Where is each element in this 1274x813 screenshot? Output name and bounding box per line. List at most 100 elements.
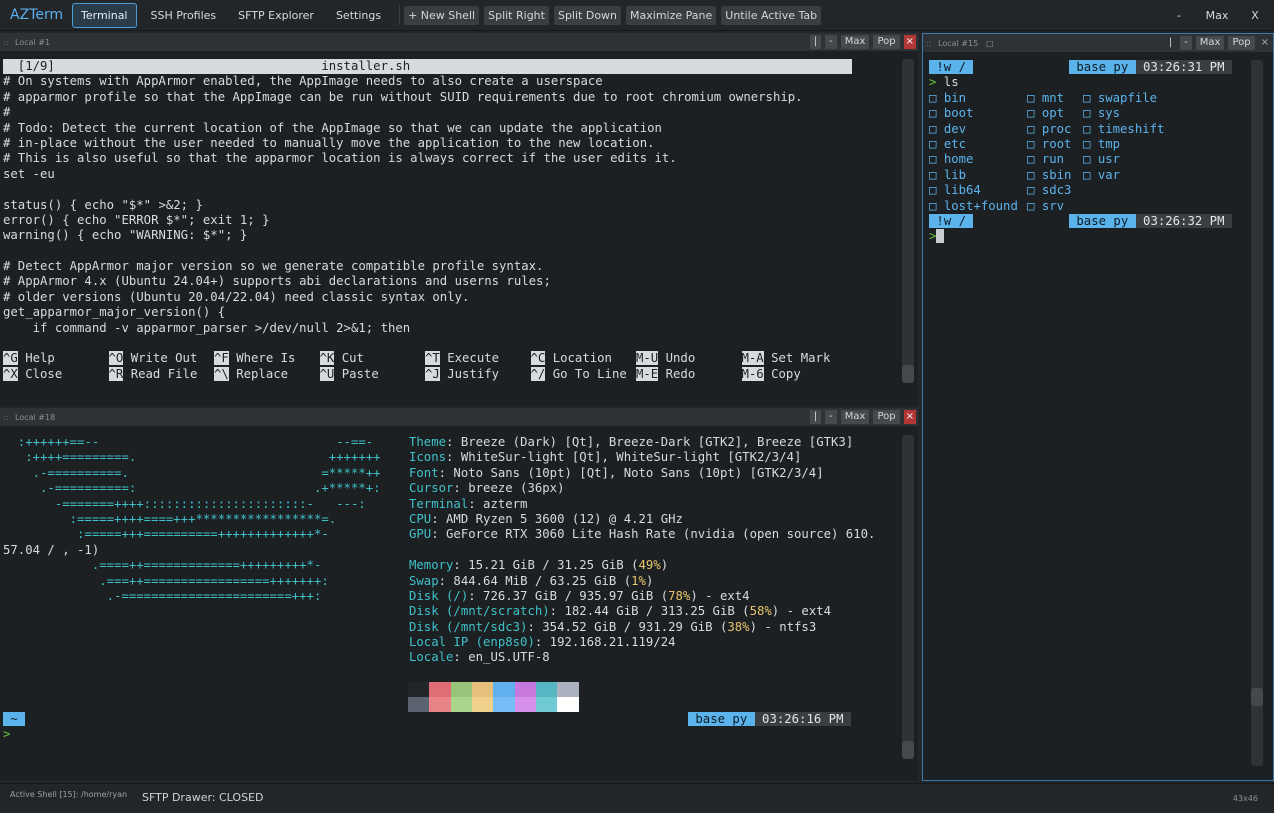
nano-editor[interactable]: [1/9] installer.sh # On systems with App… — [3, 59, 852, 382]
logo-line: :++++++==-- --==- — [3, 435, 374, 449]
ls-entry[interactable]: □ var — [1083, 168, 1120, 183]
ls-entry[interactable]: □ run — [1027, 152, 1064, 167]
folder-icon: □ — [1083, 167, 1098, 182]
pane-pop-button[interactable]: Pop — [1228, 36, 1255, 50]
ls-entry[interactable]: □ lib — [929, 168, 966, 183]
ls-entry[interactable]: □ swapfile — [1083, 91, 1157, 106]
drag-handle-icon[interactable]: :: — [926, 39, 938, 48]
shortcut-item[interactable]: ^\ Replace — [214, 366, 288, 382]
pane-close-button[interactable]: × — [903, 410, 916, 424]
pane-max-button[interactable]: Max — [1195, 36, 1225, 50]
pane-minimize-button[interactable]: - — [825, 410, 837, 424]
ls-entry[interactable]: □ home — [929, 152, 973, 167]
shortcut-key: ^X — [3, 366, 18, 381]
maximize-button[interactable]: Max — [1198, 9, 1236, 22]
pane-split-button[interactable]: | — [809, 410, 822, 424]
tab-terminal[interactable]: Terminal — [72, 2, 137, 28]
pane-max-button[interactable]: Max — [840, 35, 870, 49]
untile-active-tab-button[interactable]: Untile Active Tab — [721, 5, 822, 25]
pane-split-button[interactable]: | — [809, 35, 822, 49]
ls-entry[interactable]: □ tmp — [1083, 137, 1120, 152]
shell-prompt[interactable]: ~ base py 03:26:16 PM > — [3, 712, 863, 743]
shortcut-key: M-A — [741, 351, 764, 366]
ls-entry[interactable]: □ lost+found — [929, 199, 1018, 214]
tab-ssh-profiles[interactable]: SSH Profiles — [143, 4, 225, 27]
ls-entry[interactable]: □ sdc3 — [1027, 183, 1071, 198]
shortcut-item[interactable]: ^G Help — [3, 351, 55, 366]
prompt-input-line[interactable]: > — [929, 229, 1231, 244]
close-button[interactable]: X — [1236, 9, 1274, 22]
shortcut-key: ^C — [530, 351, 546, 366]
drag-handle-icon[interactable]: :: — [3, 38, 15, 47]
split-down-button[interactable]: Split Down — [553, 5, 622, 25]
shortcut-item[interactable]: ^/ Go To Line — [530, 366, 627, 382]
ls-entry[interactable]: □ etc — [929, 137, 966, 152]
scrollbar-thumb[interactable] — [1251, 688, 1263, 706]
sftp-drawer-status[interactable]: SFTP Drawer: CLOSED — [142, 791, 263, 804]
shortcut-item[interactable]: ^K Cut — [319, 351, 364, 366]
info-colon: : — [549, 604, 558, 619]
terminal-pane-local-1[interactable]: :: Local #1 | - Max Pop × [1/9] installe… — [0, 33, 918, 406]
folder-icon: □ — [1027, 183, 1042, 198]
ls-entry[interactable]: □ dev — [929, 122, 966, 137]
ls-entry[interactable]: □ sbin — [1027, 168, 1071, 183]
info-percent: 49% — [638, 558, 661, 573]
shortcut-item[interactable]: ^O Write Out — [108, 351, 197, 366]
palette-swatch — [557, 682, 580, 697]
shortcut-item[interactable]: M-A Set Mark — [741, 351, 830, 366]
scrollbar[interactable] — [902, 59, 914, 383]
shortcut-item[interactable]: M-E Redo — [636, 366, 695, 382]
split-right-button[interactable]: Split Right — [484, 5, 549, 25]
logo-line: .====++=============+++++++++*- — [3, 558, 322, 573]
tab-sftp-explorer[interactable]: SFTP Explorer — [230, 4, 322, 27]
ls-entry[interactable]: □ proc — [1027, 122, 1071, 137]
ls-entry[interactable]: □ boot — [929, 106, 973, 121]
pane-max-button[interactable]: Max — [840, 410, 870, 424]
new-shell-button[interactable]: + New Shell — [404, 5, 480, 25]
ls-entry[interactable]: □ opt — [1027, 106, 1064, 121]
pane-pop-button[interactable]: Pop — [873, 410, 900, 424]
palette-swatch — [408, 682, 430, 697]
maximize-pane-button[interactable]: Maximize Pane — [626, 5, 717, 25]
shortcut-item[interactable]: ^T Execute — [425, 351, 499, 366]
pane-minimize-button[interactable]: - — [825, 35, 837, 49]
ls-entry[interactable]: □ sys — [1083, 106, 1120, 121]
ls-entry[interactable]: □ lib64 — [929, 183, 981, 198]
shortcut-item[interactable]: ^X Close — [3, 366, 62, 382]
shortcut-item[interactable]: M-U Undo — [636, 351, 695, 366]
ls-entry[interactable]: □ root — [1027, 137, 1071, 152]
shortcut-item[interactable]: ^C Location — [530, 351, 612, 366]
palette-swatch — [557, 697, 580, 712]
shortcut-item[interactable]: M-6 Copy — [741, 366, 801, 382]
prompt-input-line[interactable]: > — [3, 727, 863, 742]
folder-icon: □ — [929, 90, 944, 105]
pane-close-button[interactable]: × — [1259, 36, 1271, 50]
drag-handle-icon[interactable]: :: — [3, 413, 15, 422]
logo-line: .-==========: .+*****+: — [3, 481, 381, 496]
ls-entry[interactable]: □ mnt — [1027, 91, 1064, 106]
ls-entry[interactable]: □ bin — [929, 91, 966, 106]
ls-entry[interactable]: □ timeshift — [1083, 122, 1164, 137]
scrollbar[interactable] — [1251, 60, 1263, 766]
terminal-pane-local-18[interactable]: :: Local #18 | - Max Pop × :++++++==-- -… — [0, 408, 918, 780]
terminal-pane-local-15[interactable]: :: Local #15 □ | - Max Pop × !w / base p… — [922, 33, 1274, 781]
pane-minimize-button[interactable]: - — [1180, 36, 1192, 50]
shortcut-item[interactable]: ^U Paste — [319, 366, 379, 382]
ls-entry[interactable]: □ srv — [1027, 199, 1064, 214]
pane-split-button[interactable]: | — [1165, 36, 1176, 50]
shortcut-label: Where Is — [228, 351, 296, 366]
scrollbar-thumb[interactable] — [902, 365, 914, 383]
shortcut-item[interactable]: ^J Justify — [425, 366, 499, 382]
shortcut-item[interactable]: ^R Read File — [108, 366, 197, 382]
scrollbar-thumb[interactable] — [902, 741, 914, 759]
shortcut-item[interactable]: ^F Where Is — [214, 351, 295, 366]
scrollbar[interactable] — [902, 435, 914, 759]
minimize-button[interactable]: - — [1160, 9, 1198, 22]
ls-entry[interactable]: □ usr — [1083, 152, 1120, 167]
ls-output[interactable]: !w / base py 03:26:31 PM > ls □ bin □ mnt □… — [929, 60, 1232, 245]
window-controls: - Max X — [1160, 0, 1274, 31]
pane-close-button[interactable]: × — [903, 35, 916, 49]
prompt-directory: !w / — [929, 213, 974, 228]
pane-pop-button[interactable]: Pop — [873, 35, 900, 49]
tab-settings[interactable]: Settings — [328, 4, 389, 27]
